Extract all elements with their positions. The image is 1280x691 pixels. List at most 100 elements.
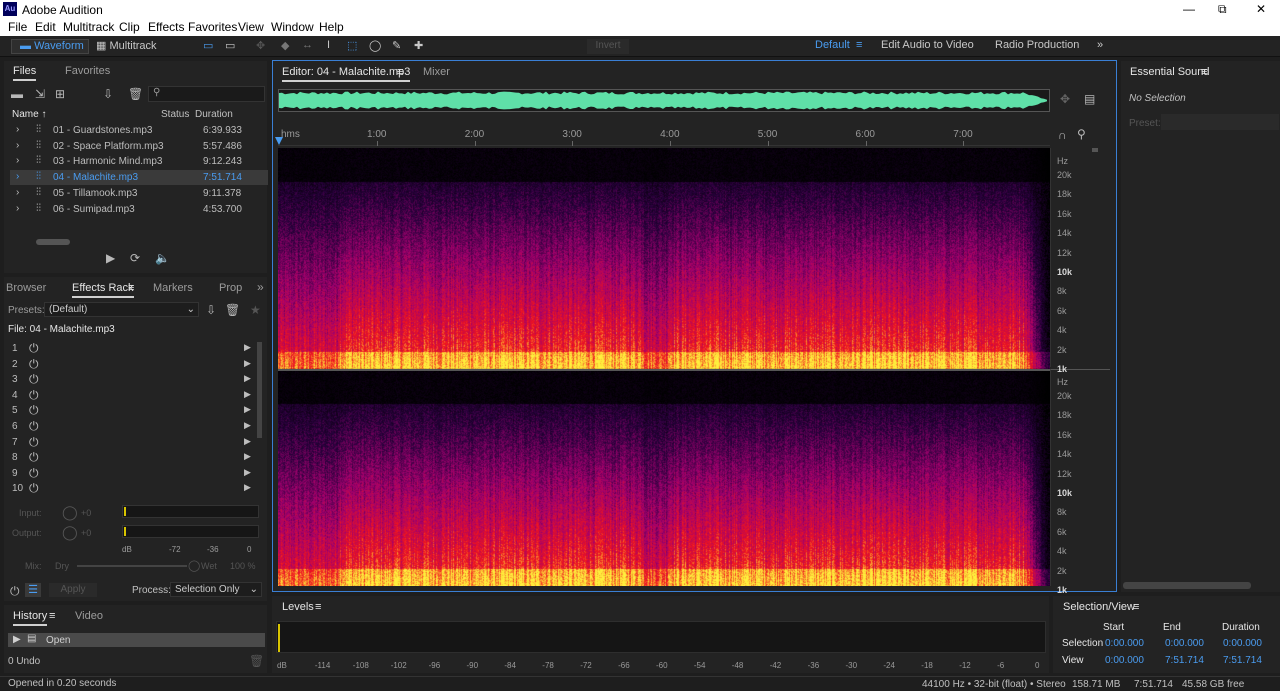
col-status[interactable]: Status <box>161 109 189 120</box>
hz-vscroll[interactable] <box>1092 148 1098 152</box>
effect-slot[interactable]: 3 ⏻ ▶ <box>12 372 254 387</box>
headphones-icon[interactable]: ∩ <box>1058 129 1067 141</box>
menu-view[interactable]: View <box>238 20 264 34</box>
slot-arrow-icon[interactable]: ▶ <box>244 420 251 431</box>
more-tabs-icon[interactable]: » <box>257 280 264 294</box>
close-button[interactable]: ✕ <box>1256 2 1266 16</box>
power-icon[interactable]: ⏻ <box>29 341 39 356</box>
import-icon[interactable]: ⇲ <box>35 88 45 100</box>
input-knob-icon[interactable]: ◯ <box>62 504 78 521</box>
essential-preset-input[interactable] <box>1161 114 1279 130</box>
effect-slot[interactable]: 2 ⏻ ▶ <box>12 357 254 372</box>
menu-help[interactable]: Help <box>319 20 344 34</box>
effect-slot[interactable]: 5 ⏻ ▶ <box>12 403 254 418</box>
pin-marker-icon[interactable]: ⚲ <box>1077 128 1086 140</box>
expand-chevron-icon[interactable]: › <box>16 155 19 166</box>
tab-history[interactable]: History <box>13 610 48 626</box>
more-workspaces-icon[interactable]: » <box>1097 39 1103 54</box>
slot-arrow-icon[interactable]: ▶ <box>244 389 251 400</box>
selection-duration[interactable]: 0:00.000 <box>1223 638 1262 649</box>
menu-favorites[interactable]: Favorites <box>188 20 237 34</box>
spectral-frequency-icon[interactable]: ▭ <box>203 39 213 54</box>
power-icon[interactable]: ⏻ <box>29 435 39 450</box>
power-icon[interactable]: ⏻ <box>29 388 39 403</box>
power-toggle-icon[interactable]: ⏻ <box>10 585 20 597</box>
selection-view-menu-icon[interactable]: ≡ <box>1133 601 1139 613</box>
editor-menu-icon[interactable]: ≡ <box>397 66 403 78</box>
power-icon[interactable]: ⏻ <box>29 466 39 481</box>
minimize-button[interactable]: — <box>1183 2 1195 16</box>
power-icon[interactable]: ⏻ <box>29 357 39 372</box>
history-delete-icon[interactable]: 🗑 <box>249 655 264 667</box>
file-row[interactable]: › ⫶⫶ 04 - Malachite.mp3 7:51.714 <box>10 170 268 186</box>
output-knob-icon[interactable]: ◯ <box>62 524 78 541</box>
loop-preview-icon[interactable]: ⟳ <box>130 252 140 264</box>
tab-markers[interactable]: Markers <box>153 282 193 294</box>
effect-slot[interactable]: 4 ⏻ ▶ <box>12 388 254 403</box>
process-select[interactable]: Selection Only ⌄ <box>170 582 262 597</box>
effect-slot[interactable]: 7 ⏻ ▶ <box>12 435 254 450</box>
files-hscroll[interactable] <box>36 239 70 245</box>
tab-properties[interactable]: Prop <box>219 282 242 294</box>
delete-preset-icon[interactable]: 🗑 <box>225 304 240 316</box>
overview-settings-icon[interactable]: ▤ <box>1084 93 1095 105</box>
multitrack-button[interactable]: ▦ Multitrack <box>96 39 166 54</box>
slot-arrow-icon[interactable]: ▶ <box>244 404 251 415</box>
slot-arrow-icon[interactable]: ▶ <box>244 342 251 353</box>
mix-slider-knob-icon[interactable]: ◯ <box>188 559 200 572</box>
slot-arrow-icon[interactable]: ▶ <box>244 436 251 447</box>
tab-files[interactable]: Files <box>13 65 37 81</box>
favorite-star-icon[interactable]: ★ <box>250 304 261 316</box>
workspace-default[interactable]: Default <box>815 39 850 54</box>
menu-multitrack[interactable]: Multitrack <box>63 20 114 34</box>
slot-arrow-icon[interactable]: ▶ <box>244 467 251 478</box>
tab-browser[interactable]: Browser <box>6 282 46 294</box>
tab-editor[interactable]: Editor: 04 - Malachite.mp3 <box>282 66 411 82</box>
selection-end[interactable]: 0:00.000 <box>1165 638 1204 649</box>
slot-arrow-icon[interactable]: ▶ <box>244 451 251 462</box>
rack-list-view-button[interactable]: ☰ <box>25 583 41 597</box>
effects-vscroll[interactable] <box>257 342 262 438</box>
power-icon[interactable]: ⏻ <box>29 372 39 387</box>
tab-mixer[interactable]: Mixer <box>423 66 450 78</box>
history-menu-icon[interactable]: ≡ <box>49 610 55 622</box>
slot-arrow-icon[interactable]: ▶ <box>244 482 251 493</box>
effects-rack-menu-icon[interactable]: ≡ <box>128 282 134 294</box>
mix-slider[interactable] <box>77 565 187 567</box>
expand-chevron-icon[interactable]: › <box>16 187 19 198</box>
slot-arrow-icon[interactable]: ▶ <box>244 373 251 384</box>
effect-slot[interactable]: 6 ⏻ ▶ <box>12 419 254 434</box>
insert-icon[interactable]: ⇩ <box>103 88 113 100</box>
essential-hscroll[interactable] <box>1123 582 1251 589</box>
col-duration[interactable]: Duration <box>195 109 233 120</box>
expand-chevron-icon[interactable]: › <box>16 203 19 214</box>
power-icon[interactable]: ⏻ <box>29 450 39 465</box>
lasso-tool-icon[interactable]: ◯ <box>369 39 381 54</box>
spectral-pitch-icon[interactable]: ▭ <box>225 39 235 54</box>
new-file-icon[interactable]: ⊞ <box>55 88 65 100</box>
power-icon[interactable]: ⏻ <box>29 403 39 418</box>
spot-healing-tool-icon[interactable]: ✚ <box>414 39 423 54</box>
delete-icon[interactable]: 🗑 <box>128 88 143 100</box>
restore-button[interactable]: ⧉ <box>1218 2 1227 17</box>
tab-favorites[interactable]: Favorites <box>65 65 110 77</box>
slot-arrow-icon[interactable]: ▶ <box>244 358 251 369</box>
time-selection-tool-icon[interactable]: I <box>327 39 330 54</box>
workspace-radio-production[interactable]: Radio Production <box>995 39 1079 54</box>
file-row[interactable]: › ⫶⫶ 05 - Tillamook.mp3 9:11.378 <box>10 186 268 201</box>
autoplay-icon[interactable]: 🔈 <box>155 252 170 264</box>
file-row[interactable]: › ⫶⫶ 01 - Guardstones.mp3 6:39.933 <box>10 123 268 138</box>
essential-sound-menu-icon[interactable]: ≡ <box>1201 66 1207 78</box>
power-icon[interactable]: ⏻ <box>29 481 39 496</box>
menu-effects[interactable]: Effects <box>148 20 184 34</box>
brush-tool-icon[interactable]: ✎ <box>392 39 401 54</box>
file-row[interactable]: › ⫶⫶ 02 - Space Platform.mp3 5:57.486 <box>10 139 268 154</box>
waveform-button[interactable]: ▬ Waveform <box>11 39 89 54</box>
invert-button[interactable]: Invert <box>587 39 629 54</box>
effect-slot[interactable]: 1 ⏻ ▶ <box>12 341 254 356</box>
file-row[interactable]: › ⫶⫶ 03 - Harmonic Mind.mp3 9:12.243 <box>10 154 268 169</box>
levels-menu-icon[interactable]: ≡ <box>315 601 321 613</box>
overview-waveform[interactable] <box>278 89 1050 112</box>
save-preset-icon[interactable]: ⇩ <box>206 304 216 316</box>
effect-slot[interactable]: 8 ⏻ ▶ <box>12 450 254 465</box>
